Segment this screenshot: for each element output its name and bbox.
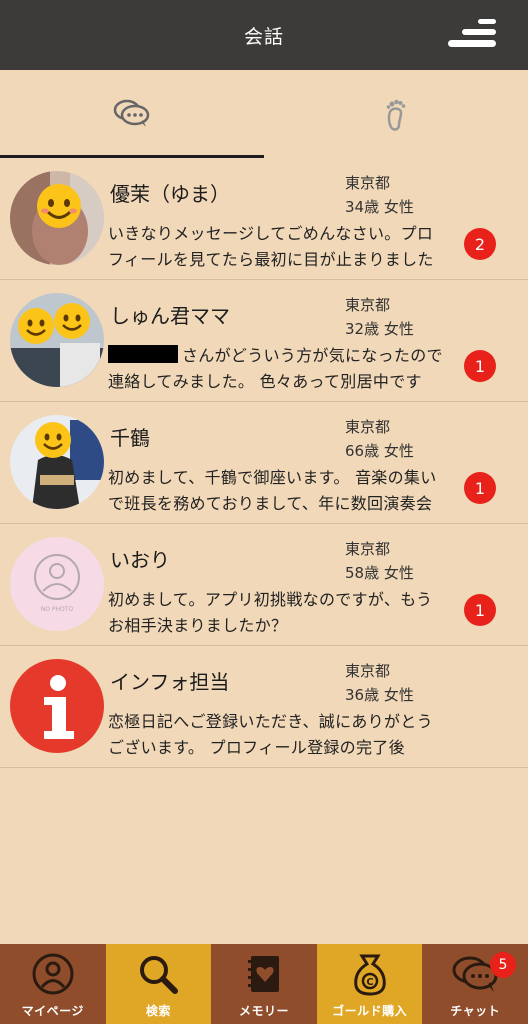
contact-age-gender: 36歳 女性 — [345, 686, 414, 704]
avatar — [10, 171, 104, 265]
message-preview: 恋極日記へご登録いただき、誠にありがとうございます。 プロフィール登録の完了後 — [108, 712, 433, 757]
no-photo-text: NO PHOTO — [41, 606, 74, 613]
contact-age-gender: 32歳 女性 — [345, 320, 414, 338]
conversation-row[interactable]: 優茉（ゆま） 東京都 34歳 女性 いきなりメッセージしてごめんなさい。プロフィ… — [0, 158, 528, 280]
conversation-list: 優茉（ゆま） 東京都 34歳 女性 いきなりメッセージしてごめんなさい。プロフィ… — [0, 158, 528, 768]
nav-label: 検索 — [145, 1004, 171, 1018]
conversation-row[interactable]: 千鶴 東京都 66歳 女性 初めまして、千鶴で御座います。 音楽の集いで班長を務… — [0, 402, 528, 524]
chat-unread-badge: 5 — [489, 952, 516, 978]
person-icon — [32, 953, 74, 995]
unread-badge: 2 — [464, 228, 496, 260]
contact-prefecture: 東京都 — [345, 418, 391, 436]
page-title: 会話 — [243, 25, 284, 48]
contact-name: 優茉（ゆま） — [110, 182, 230, 206]
coin-bag-icon: C — [353, 954, 386, 996]
contact-prefecture: 東京都 — [345, 540, 391, 558]
message-preview: 初めまして。アプリ初挑戦なのですが、もうお相手決まりましたか？ — [108, 590, 433, 635]
contact-age-gender: 58歳 女性 — [345, 564, 414, 582]
chat-bubbles-icon — [113, 99, 150, 127]
nav-gold-purchase[interactable]: C ゴールド購入 — [316, 944, 423, 1024]
svg-text:C: C — [366, 977, 373, 988]
nav-chat[interactable]: 5 チャット — [422, 944, 528, 1024]
contact-age-gender: 66歳 女性 — [345, 442, 414, 460]
contact-name: いおり — [110, 548, 170, 572]
unread-badge: 1 — [464, 472, 496, 504]
tab-conversation[interactable] — [0, 70, 264, 158]
conversation-row[interactable]: インフォ担当 東京都 36歳 女性 恋極日記へご登録いただき、誠にありがとうござ… — [0, 646, 528, 768]
info-icon — [10, 659, 104, 753]
unread-badge: 1 — [464, 350, 496, 382]
contact-name: しゅん君ママ — [110, 304, 230, 328]
app-header: 会話 — [0, 0, 528, 70]
avatar: NO PHOTO — [10, 537, 104, 631]
contact-name: インフォ担当 — [110, 670, 230, 694]
contact-age-gender: 34歳 女性 — [345, 198, 414, 216]
message-preview: さんがどういう方が気になったので連絡してみました。 色々あって別居中です — [108, 343, 448, 395]
contact-prefecture: 東京都 — [345, 662, 391, 680]
contact-prefecture: 東京都 — [345, 174, 391, 192]
conversation-row[interactable]: NO PHOTO いおり 東京都 58歳 女性 初めまして。アプリ初挑戦なのです… — [0, 524, 528, 646]
contact-name: 千鶴 — [110, 426, 150, 450]
menu-icon[interactable] — [448, 18, 498, 48]
tab-footprints[interactable] — [264, 70, 528, 158]
contact-prefecture: 東京都 — [345, 296, 391, 314]
message-preview: 初めまして、千鶴で御座います。 音楽の集いで班長を務めておりまして、年に数回演奏… — [108, 468, 437, 513]
avatar — [10, 415, 104, 509]
conversation-row[interactable]: しゅん君ママ 東京都 32歳 女性 さんがどういう方が気になったので連絡してみま… — [0, 280, 528, 402]
footprint-icon — [386, 99, 406, 131]
nav-label: マイページ — [21, 1004, 84, 1018]
nav-label: チャット — [450, 1004, 501, 1018]
tab-bar — [0, 70, 528, 158]
magnifier-icon — [140, 956, 179, 994]
nav-memory[interactable]: メモリー — [211, 944, 317, 1024]
nav-label: ゴールド購入 — [332, 1004, 408, 1018]
heart-notebook-icon — [247, 956, 279, 992]
bottom-navigation: マイページ 検索 メモリー C ゴールド購入 5 チャット — [0, 944, 528, 1024]
nav-search[interactable]: 検索 — [105, 944, 212, 1024]
message-preview: いきなりメッセージしてごめんなさい。プロフィールを見てたら最初に目が止まりました — [108, 224, 434, 269]
unread-badge: 1 — [464, 594, 496, 626]
avatar — [10, 659, 104, 753]
redacted-name — [108, 345, 178, 363]
avatar — [10, 293, 104, 387]
nav-label: メモリー — [238, 1004, 289, 1018]
nav-mypage[interactable]: マイページ — [0, 944, 106, 1024]
